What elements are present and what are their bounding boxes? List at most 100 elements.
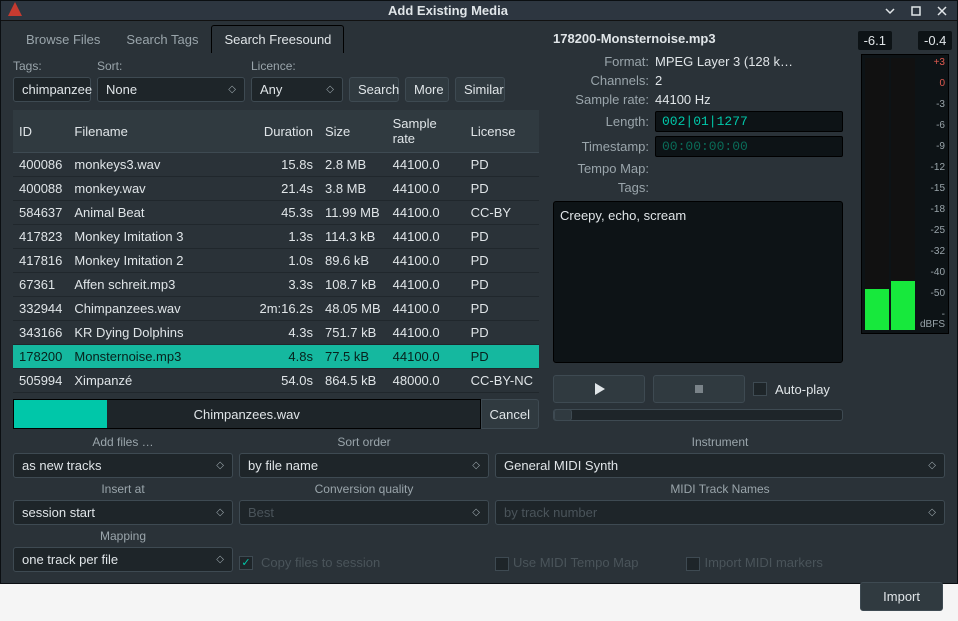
addfiles-select[interactable]: as new tracks◇ [13,453,233,478]
col-sr[interactable]: Sample rate [387,110,465,153]
table-row[interactable]: 584637Animal Beat45.3s11.99 MB44100.0CC-… [13,201,539,225]
col-filename[interactable]: Filename [68,110,253,153]
instrument-label: Instrument [495,435,945,449]
preview-title: 178200-Monsternoise.mp3 [547,31,849,46]
chevron-down-icon: ◇ [228,84,236,95]
sr-label: Sample rate: [553,92,655,107]
tags-value: Creepy, echo, scream [553,201,843,363]
meter-peak-l: -6.1 [858,31,892,50]
usetempo-label: Use MIDI Tempo Map [513,555,638,570]
tags-label: Tags: [553,180,655,195]
meter-tick: 0 [917,79,945,89]
tab-search-freesound[interactable]: Search Freesound [211,25,344,53]
autoplay-label: Auto-play [775,382,830,397]
convq-select[interactable]: Best◇ [239,500,489,525]
meter-tick: -40 [917,268,945,278]
channels-value: 2 [655,73,843,88]
col-id[interactable]: ID [13,110,68,153]
mapping-select[interactable]: one track per file◇ [13,547,233,572]
instrument-select[interactable]: General MIDI Synth◇ [495,453,945,478]
minimize-icon[interactable] [881,2,899,20]
seek-slider[interactable] [553,409,843,421]
table-row[interactable]: 505994Ximpanzé54.0s864.5 kB48000.0CC-BY-… [13,369,539,393]
tags-label: Tags: [13,59,91,73]
chevron-down-icon: ◇ [216,507,224,518]
meter-tick: -3 [917,100,945,110]
stop-button[interactable] [653,375,745,403]
meter-peak-r: -0.4 [918,31,952,50]
midi-label: MIDI Track Names [495,482,945,496]
ts-value: 00:00:00:00 [655,136,843,157]
insertat-label: Insert at [13,482,233,496]
tab-browse-files[interactable]: Browse Files [13,25,113,53]
chevron-down-icon: ◇ [928,460,936,471]
titlebar: Add Existing Media [1,1,957,21]
meter-tick: -dBFS [917,310,945,330]
chevron-down-icon: ◇ [326,84,334,95]
chevron-down-icon: ◇ [472,460,480,471]
convq-label: Conversion quality [239,482,489,496]
length-label: Length: [553,114,655,129]
addfiles-label: Add files … [13,435,233,449]
play-button[interactable] [553,375,645,403]
tempo-label: Tempo Map: [553,161,655,176]
table-row[interactable]: 178200Monsternoise.mp34.8s77.5 kB44100.0… [13,345,539,369]
meter-tick: -6 [917,121,945,131]
import-button[interactable]: Import [860,582,943,611]
table-row[interactable]: 400086monkeys3.wav15.8s2.8 MB44100.0PD [13,153,539,177]
meter-tick: -32 [917,247,945,257]
meter-l [865,58,889,330]
importmarkers-label: Import MIDI markers [704,555,822,570]
col-size[interactable]: Size [319,110,387,153]
app-icon [7,1,23,20]
format-value: MPEG Layer 3 (128 k… [655,54,843,69]
table-row[interactable]: 67361Affen schreit.mp33.3s108.7 kB44100.… [13,273,539,297]
sort-select[interactable]: None◇ [97,77,245,102]
sort-label: Sort: [97,59,245,73]
channels-label: Channels: [553,73,655,88]
col-license[interactable]: License [465,110,539,153]
autoplay-checkbox[interactable] [753,382,767,396]
licence-select[interactable]: Any◇ [251,77,343,102]
licence-label: Licence: [251,59,343,73]
tags-input[interactable]: chimpanzee [13,77,91,102]
importmarkers-checkbox [686,557,700,571]
mapping-label: Mapping [13,529,233,543]
close-icon[interactable] [933,2,951,20]
more-button[interactable]: More [405,77,449,102]
table-row[interactable]: 417823Monkey Imitation 31.3s114.3 kB4410… [13,225,539,249]
sr-value: 44100 Hz [655,92,843,107]
maximize-icon[interactable] [907,2,925,20]
ts-label: Timestamp: [553,139,655,154]
meter-tick: -25 [917,226,945,236]
sortorder-label: Sort order [239,435,489,449]
similar-button[interactable]: Similar [455,77,505,102]
results-table: ID Filename Duration Size Sample rate Li… [13,110,539,393]
progress-label: Chimpanzees.wav [194,407,300,422]
meter-tick: -50 [917,289,945,299]
window-title: Add Existing Media [23,3,873,18]
table-row[interactable]: 343166KR Dying Dolphins4.3s751.7 kB44100… [13,321,539,345]
sortorder-select[interactable]: by file name◇ [239,453,489,478]
usetempo-checkbox [495,557,509,571]
search-button[interactable]: Search [349,77,399,102]
level-meters: +30-3-6-9-12-15-18-25-32-40-50-dBFS [861,54,949,334]
tab-search-tags[interactable]: Search Tags [113,25,211,53]
copy-label: Copy files to session [261,555,380,570]
chevron-down-icon: ◇ [928,507,936,518]
meter-tick: -12 [917,163,945,173]
col-duration[interactable]: Duration [254,110,319,153]
dialog-window: Add Existing Media Browse Files Search T… [0,0,958,584]
cancel-button[interactable]: Cancel [481,399,539,429]
chevron-down-icon: ◇ [216,554,224,565]
download-progress: Chimpanzees.wav [13,399,481,429]
meter-tick: -15 [917,184,945,194]
meter-r [891,58,915,330]
insertat-select[interactable]: session start◇ [13,500,233,525]
table-row[interactable]: 400088monkey.wav21.4s3.8 MB44100.0PD [13,177,539,201]
table-row[interactable]: 417816Monkey Imitation 21.0s89.6 kB44100… [13,249,539,273]
tabs: Browse Files Search Tags Search Freesoun… [13,25,539,53]
table-row[interactable]: 332944Chimpanzees.wav2m:16.2s48.05 MB441… [13,297,539,321]
chevron-down-icon: ◇ [472,507,480,518]
midi-select[interactable]: by track number◇ [495,500,945,525]
